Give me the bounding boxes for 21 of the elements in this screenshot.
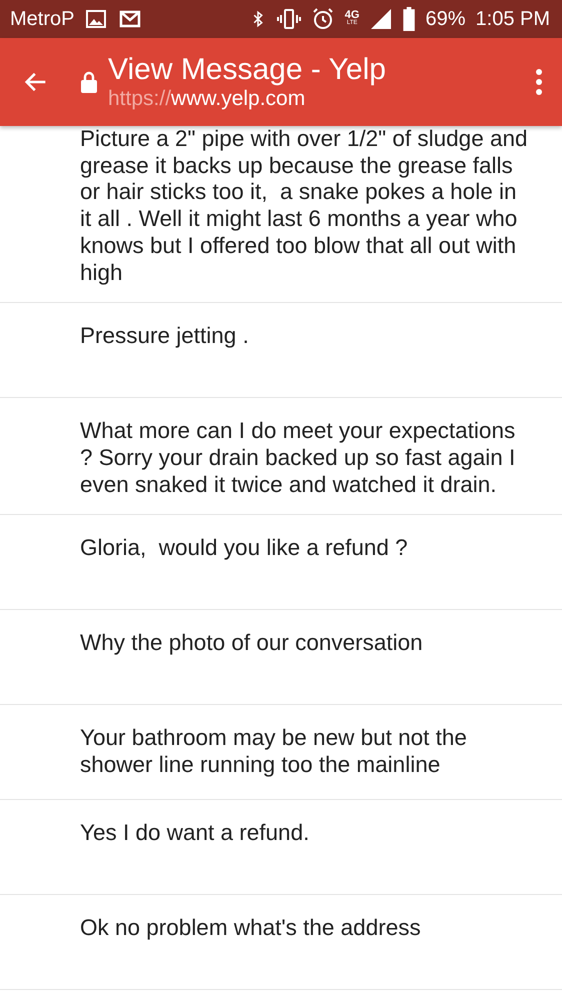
message-text: Gloria, would you like a refund ? <box>80 535 409 562</box>
message-text: Your bathroom may be new but not the shower line running too the mainline <box>80 725 468 779</box>
battery-percent: 69% <box>425 8 466 30</box>
alarm-icon <box>310 7 335 31</box>
signal-icon <box>369 7 394 31</box>
message-text: Yes I do want a refund. <box>80 820 310 848</box>
image-icon <box>84 7 108 31</box>
vibrate-icon <box>276 7 301 31</box>
message-text: What more can I do meet your expectations ? Sorry your drain backed up so fast again I even snaked it twice and watched it drain. <box>80 418 516 498</box>
clock: 1:05 PM <box>476 8 550 30</box>
carrier-name: MetroP <box>10 8 74 30</box>
lock-icon <box>78 70 100 94</box>
url-scheme: https:// <box>108 87 172 111</box>
page-title: View Message - Yelp <box>108 53 387 87</box>
url-host: www.yelp.com <box>171 87 306 111</box>
more-icon[interactable] <box>534 68 544 96</box>
battery-icon <box>403 7 416 31</box>
message-text: Picture a 2" pipe with over 1/2" of sludge and grease it backs up because the grease falls or hair sticks too it, a snake pokes a hole in it all . Well it might last 6 months a year who knows but I offered too blow that all out with high <box>80 126 528 286</box>
message-text: Why the photo of our conversation <box>80 630 424 658</box>
message-text: Pressure jetting . <box>80 323 250 350</box>
message-text: Ok no problem what's the address <box>80 915 422 942</box>
